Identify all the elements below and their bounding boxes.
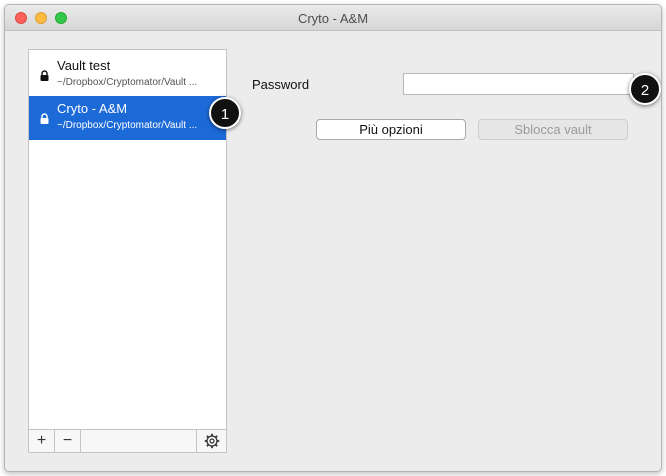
callout-badge: 2: [629, 73, 661, 105]
gear-icon: [204, 433, 220, 449]
vault-list-item[interactable]: Vault test ~/Dropbox/Cryptomator/Vault .…: [29, 53, 226, 97]
remove-vault-button[interactable]: −: [55, 430, 81, 452]
window-title: Cryto - A&M: [297, 11, 369, 26]
title-bar: Cryto - A&M: [5, 5, 661, 31]
lock-icon: [40, 113, 49, 124]
lock-icon: [40, 70, 49, 81]
password-label: Password: [252, 77, 310, 92]
unlock-vault-button[interactable]: Sblocca vault: [478, 119, 628, 140]
callout-badge: 1: [209, 97, 241, 129]
more-options-button[interactable]: Più opzioni: [316, 119, 466, 140]
vault-list-toolbar: + −: [29, 429, 226, 452]
password-field[interactable]: [403, 73, 634, 95]
vault-list-item-selected[interactable]: Cryto - A&M ~/Dropbox/Cryptomator/Vault …: [29, 96, 226, 140]
add-vault-button[interactable]: +: [29, 430, 55, 452]
vault-name: Cryto - A&M: [57, 101, 128, 116]
vault-path: ~/Dropbox/Cryptomator/Vault ...: [57, 77, 198, 88]
vault-name: Vault test: [57, 58, 111, 73]
app-window: Cryto - A&M Vault test ~/Dropbox/Cryptom…: [4, 4, 662, 472]
vault-list: Vault test ~/Dropbox/Cryptomator/Vault .…: [28, 49, 227, 453]
vault-path: ~/Dropbox/Cryptomator/Vault ...: [57, 120, 198, 131]
settings-button[interactable]: [196, 430, 226, 452]
